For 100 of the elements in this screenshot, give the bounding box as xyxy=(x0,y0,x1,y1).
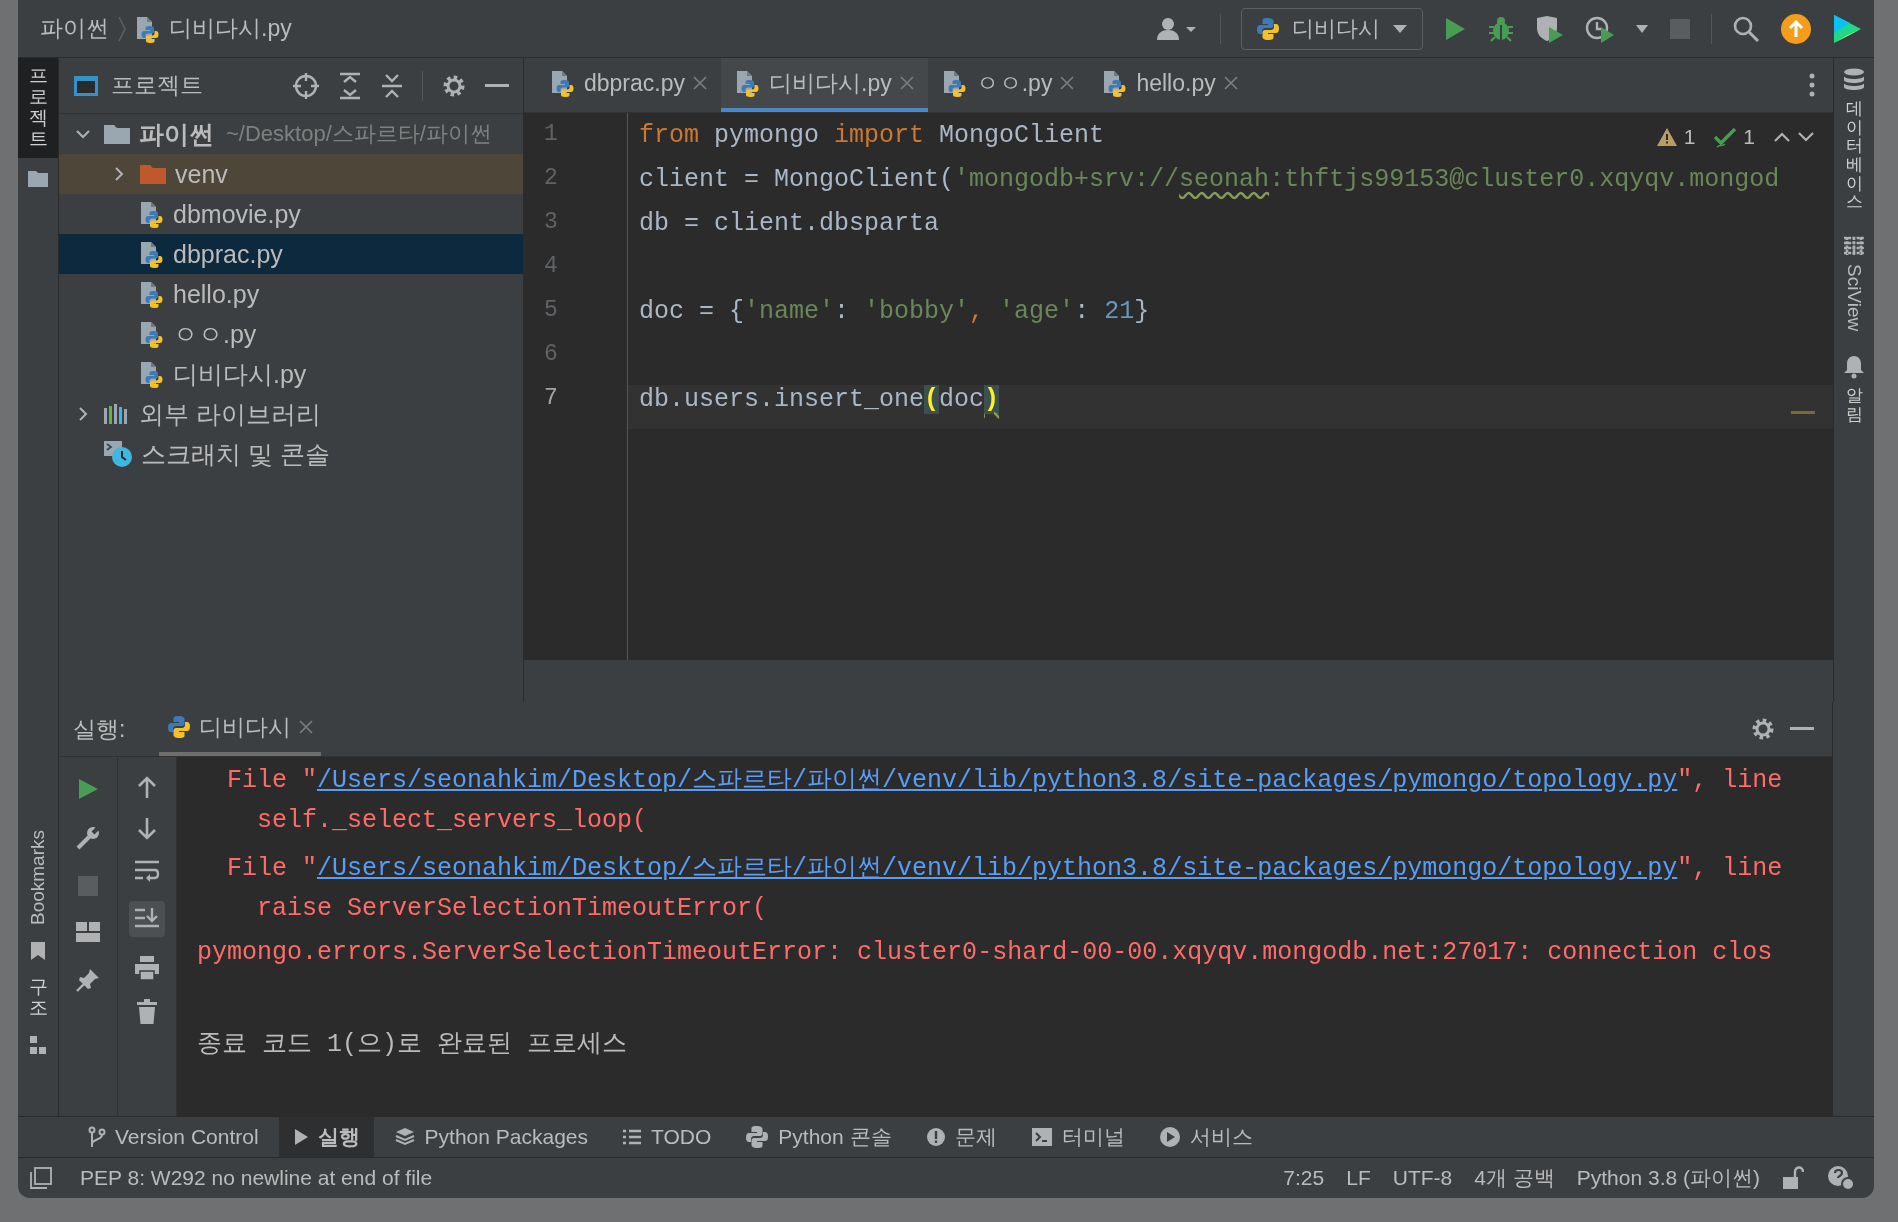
tree-item[interactable]: dbprac.py xyxy=(59,234,523,274)
python-file-icon xyxy=(135,14,161,43)
tool-window-button[interactable]: 문제 xyxy=(911,1117,1011,1157)
panel-title[interactable]: 프로젝트 xyxy=(111,70,203,101)
breadcrumb-file[interactable]: 디비다시.py xyxy=(169,13,292,44)
trash-icon[interactable] xyxy=(136,999,158,1025)
file-link[interactable]: /Users/seonahkim/Desktop/스파르타/파이썬/venv/lib/python3.8/site-packages/pymongo/topology.py xyxy=(317,854,1678,883)
profiler-icon[interactable] xyxy=(1585,14,1615,43)
panel-toggle-icon[interactable] xyxy=(30,1167,52,1189)
file-name: venv xyxy=(175,159,228,189)
arrow-up-icon[interactable] xyxy=(136,775,158,799)
more-icon[interactable] xyxy=(1809,73,1815,97)
line-number: 4 xyxy=(543,253,559,281)
editor-tab[interactable]: hello.py xyxy=(1088,58,1252,112)
update-icon[interactable] xyxy=(1780,12,1812,45)
bookmarks-tool-tab[interactable]: Bookmarks xyxy=(18,822,58,934)
scroll-to-end-toggle[interactable] xyxy=(129,901,165,937)
search-icon[interactable] xyxy=(1732,14,1760,43)
layout-icon[interactable] xyxy=(75,921,101,943)
pin-icon[interactable] xyxy=(75,967,101,993)
editor-tab[interactable]: dbprac.py xyxy=(536,58,721,112)
tree-item[interactable]: dbmovie.py xyxy=(59,194,523,234)
line-number: 5 xyxy=(543,297,559,325)
tool-window-tab[interactable]: SciView xyxy=(1843,236,1865,332)
tool-window-button[interactable]: 서비스 xyxy=(1144,1117,1267,1157)
python-file-icon xyxy=(941,69,968,97)
editor-tab[interactable]: 디비다시.py xyxy=(721,58,928,112)
tool-window-button[interactable]: Python Packages xyxy=(379,1117,602,1157)
settings-icon[interactable] xyxy=(1750,716,1776,742)
layers-icon xyxy=(393,1126,416,1148)
exclamation-icon xyxy=(925,1127,946,1147)
run-panel-label: 실행: xyxy=(73,714,126,744)
line-number: 6 xyxy=(543,341,559,369)
code-line: db.users.insert_one(doc) xyxy=(639,385,1000,414)
tool-window-button[interactable]: 터미널 xyxy=(1016,1117,1139,1157)
tree-item[interactable]: 디비다시.py xyxy=(59,354,523,394)
next-icon[interactable] xyxy=(1797,131,1815,143)
code-line: from pymongo import MongoClient xyxy=(639,121,1105,150)
tab-label: ㅇㅇ.py xyxy=(975,68,1053,98)
run-icon[interactable] xyxy=(1443,15,1467,42)
line-number: 2 xyxy=(543,165,559,193)
project-tool-tab[interactable]: 프로젝트 xyxy=(18,58,58,158)
tool-window-button[interactable]: 실행 xyxy=(278,1117,374,1157)
tree-item[interactable]: venv xyxy=(59,154,523,194)
tool-window-button[interactable]: Version Control xyxy=(74,1117,273,1157)
tree-item[interactable]: 스크래치 및 콘솔 xyxy=(59,434,523,474)
structure-tool-tab[interactable]: 구조 xyxy=(18,969,58,1027)
structure-icon xyxy=(29,1034,47,1055)
python-file-icon xyxy=(139,240,165,268)
run-config-dropdown[interactable]: 디비다시 xyxy=(1241,7,1423,50)
file-link[interactable]: /Users/seonahkim/Desktop/스파르타/파이썬/venv/lib/python3.8/site-packages/pymongo/topology.py xyxy=(317,766,1678,795)
tree-item[interactable]: 외부 라이브러리 xyxy=(59,394,523,434)
status-item[interactable]: 7:25 xyxy=(1283,1166,1325,1190)
traceback-line: File "/Users/seonahkim/Desktop/스파르타/파이썬/venv/lib/python3.8/site-packages/pymongo/topology.py", line xyxy=(226,765,1784,797)
soft-wrap-icon[interactable] xyxy=(134,859,160,883)
breadcrumb-project[interactable]: 파이썬 xyxy=(40,13,109,44)
lock-icon[interactable] xyxy=(1782,1166,1804,1190)
toolbox-logo-icon[interactable] xyxy=(1832,12,1862,45)
locate-icon[interactable] xyxy=(292,71,320,100)
expand-all-icon[interactable] xyxy=(338,71,362,100)
tab-label: 디비다시.py xyxy=(769,68,892,98)
check-icon[interactable] xyxy=(1713,126,1738,148)
collapse-all-icon[interactable] xyxy=(380,71,404,100)
tool-window-tab[interactable]: 데이터베이스 xyxy=(1843,68,1865,213)
arrow-down-icon[interactable] xyxy=(136,817,158,841)
tool-window-button[interactable]: TODO xyxy=(608,1117,726,1157)
status-item[interactable]: LF xyxy=(1346,1166,1371,1190)
caret-icon[interactable] xyxy=(1635,23,1649,34)
folder-icon[interactable] xyxy=(27,169,49,188)
file-name: 외부 라이브러리 xyxy=(139,398,321,430)
tree-item[interactable]: 파이썬 ~/Desktop/스파르타/파이썬 xyxy=(59,114,523,154)
python-file-icon xyxy=(139,320,165,348)
python-icon xyxy=(167,715,192,739)
warning-icon[interactable] xyxy=(1655,127,1678,147)
tree-item[interactable]: ㅇㅇ.py xyxy=(59,314,523,354)
status-item[interactable]: 4개 공백 xyxy=(1474,1164,1555,1192)
minimize-icon[interactable] xyxy=(485,83,509,88)
close-icon[interactable] xyxy=(299,720,314,734)
coverage-shield-icon[interactable] xyxy=(1535,14,1565,43)
previous-icon[interactable] xyxy=(1773,131,1791,143)
close-icon[interactable] xyxy=(1060,76,1075,90)
file-name: dbprac.py xyxy=(173,239,283,269)
status-item[interactable]: Python 3.8 (파이썬) xyxy=(1576,1164,1760,1192)
tool-window-button[interactable]: Python 콘솔 xyxy=(731,1117,906,1157)
editor-tab[interactable]: ㅇㅇ.py xyxy=(927,58,1089,112)
tree-item[interactable]: hello.py xyxy=(59,274,523,314)
minimize-icon[interactable] xyxy=(1790,727,1814,731)
close-icon[interactable] xyxy=(1223,76,1238,90)
wrench-icon[interactable] xyxy=(75,825,101,851)
print-icon[interactable] xyxy=(134,955,160,981)
status-item[interactable]: UTF-8 xyxy=(1392,1166,1453,1190)
inspector-icon[interactable] xyxy=(1826,1164,1856,1192)
tool-window-tab[interactable]: 알림 xyxy=(1843,355,1865,425)
folder-path: ~/Desktop/스파르타/파이썬 xyxy=(226,120,492,148)
play-icon xyxy=(292,1128,309,1146)
bug-icon[interactable] xyxy=(1487,14,1515,43)
close-icon[interactable] xyxy=(693,76,707,90)
bell-icon xyxy=(1843,355,1865,380)
folder-icon xyxy=(103,122,131,146)
rerun-icon[interactable] xyxy=(77,777,99,801)
